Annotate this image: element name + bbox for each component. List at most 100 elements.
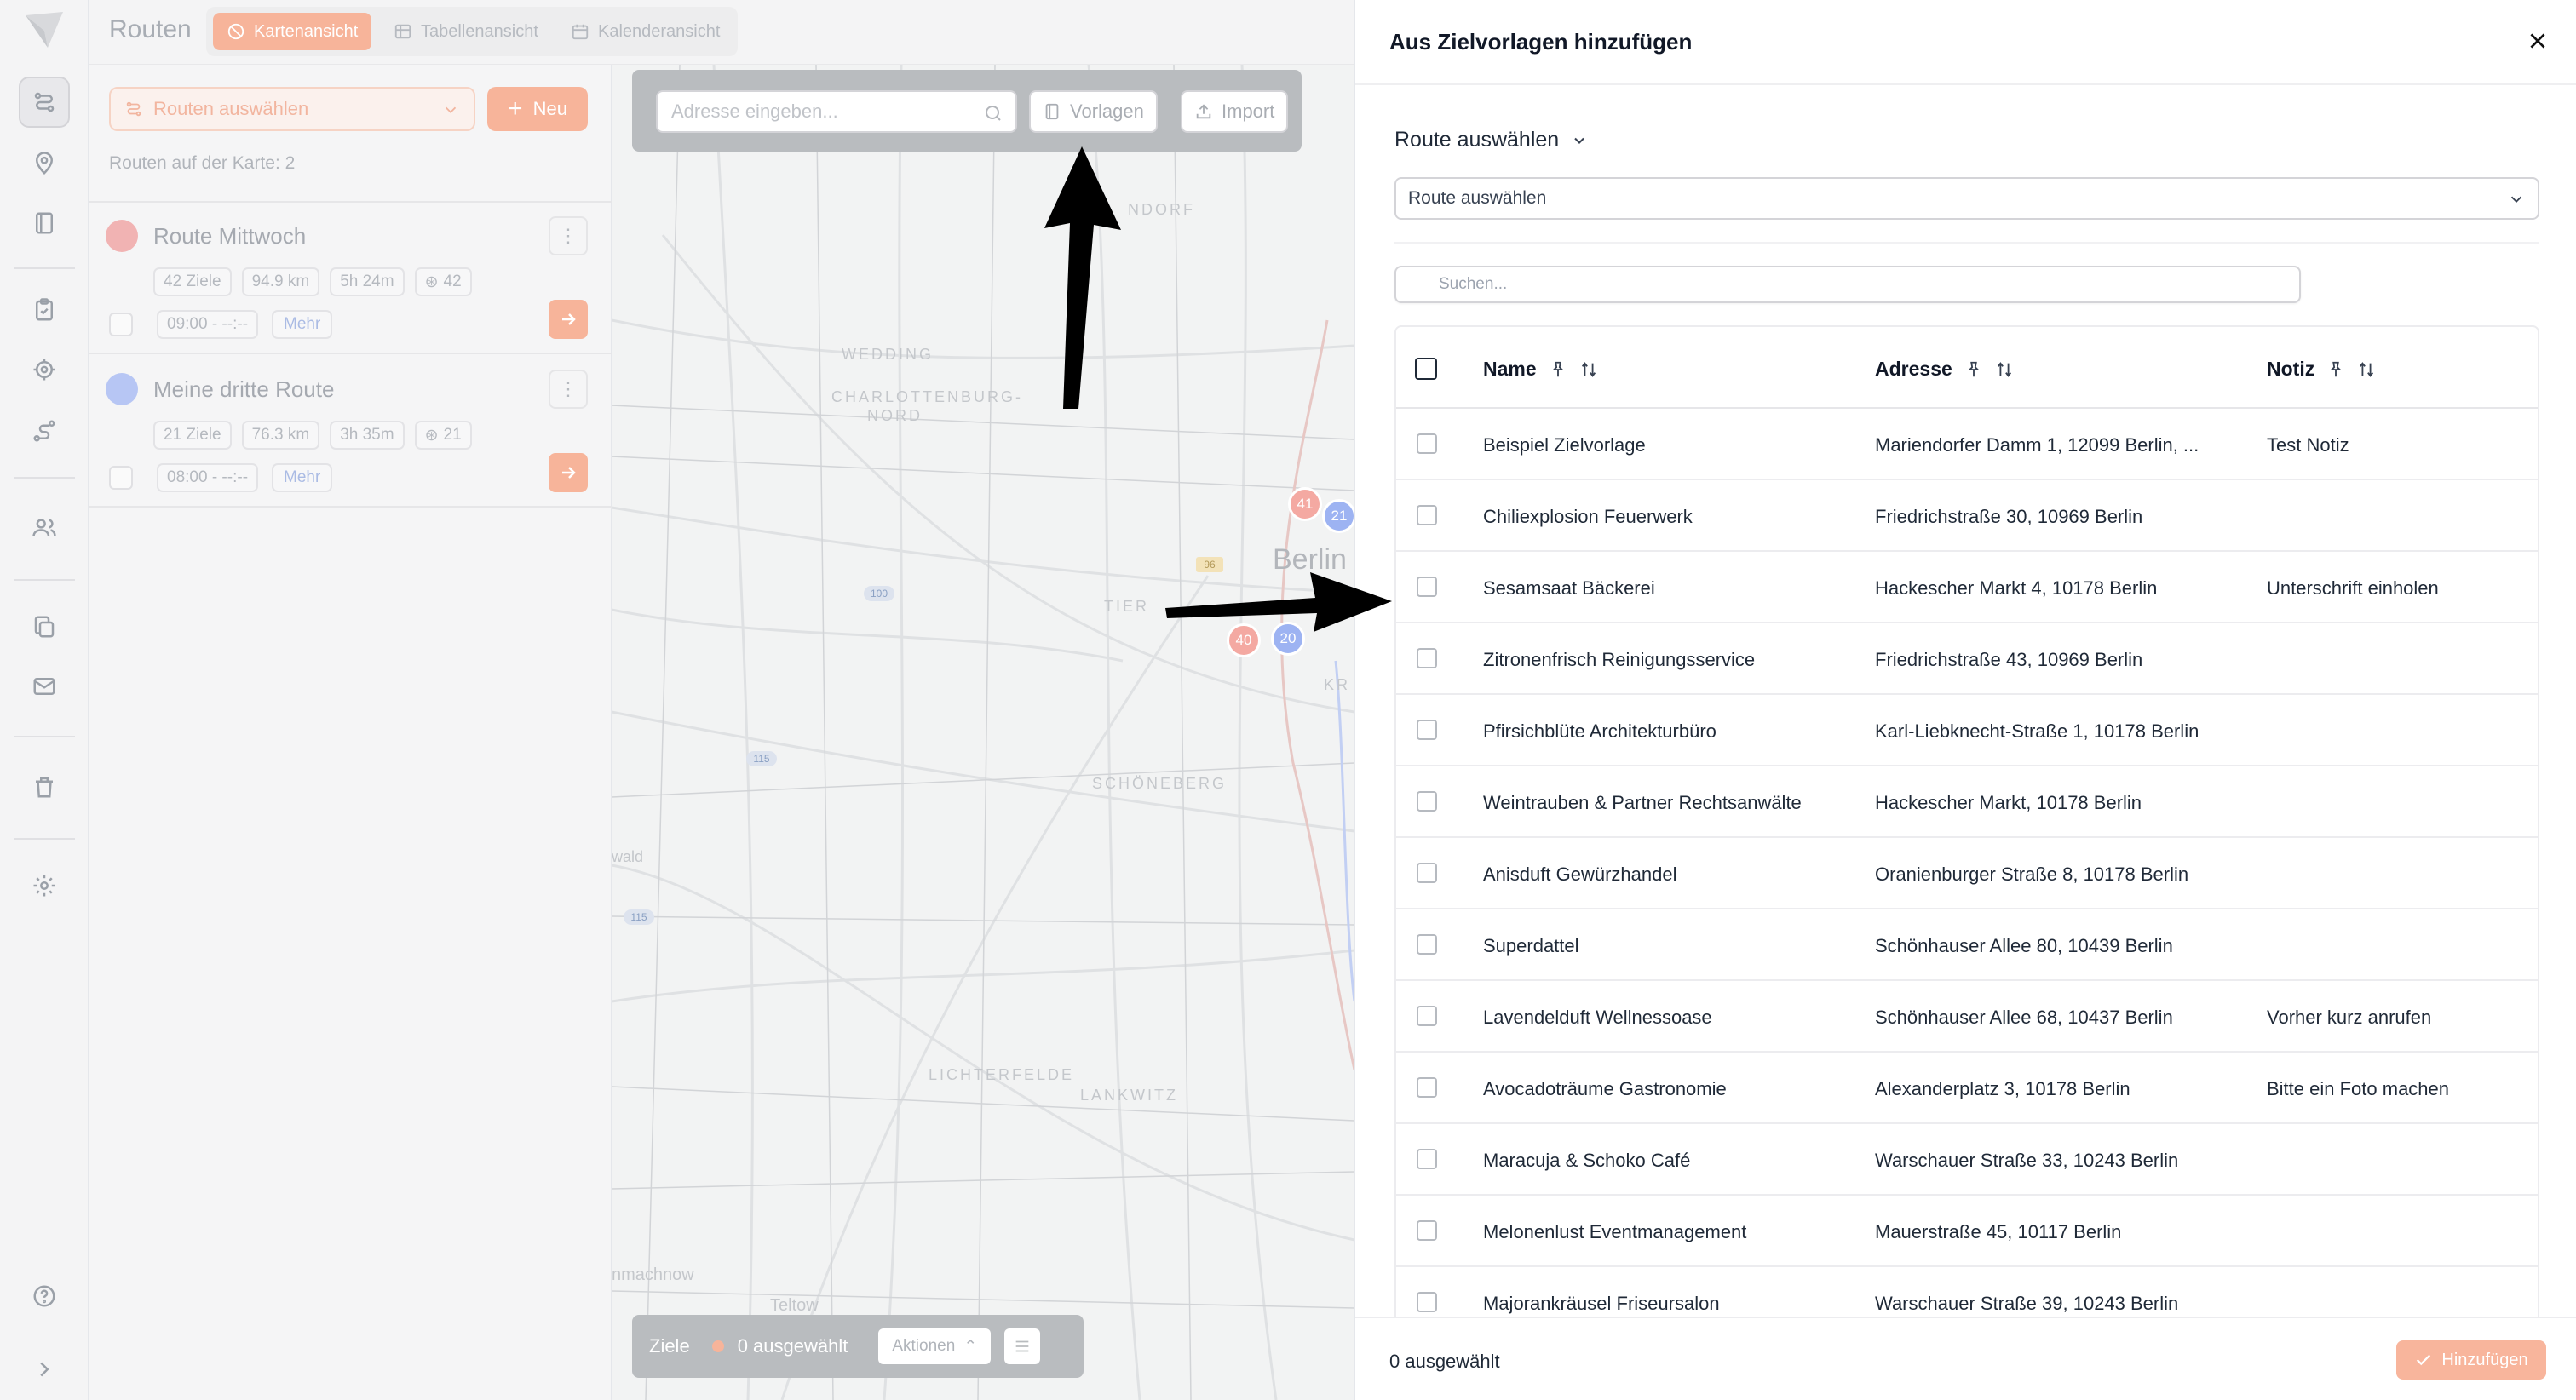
map-label: Berlin bbox=[1273, 543, 1347, 576]
route-stops-chip: 42 Ziele bbox=[153, 267, 232, 296]
sort-icon[interactable] bbox=[1995, 360, 2014, 379]
route-card[interactable]: Route Mittwoch ⋮ 42 Ziele 94.9 km 5h 24m… bbox=[89, 203, 612, 354]
row-checkbox[interactable] bbox=[1417, 1006, 1437, 1026]
help-icon[interactable] bbox=[19, 1271, 70, 1322]
row-checkbox[interactable] bbox=[1417, 863, 1437, 883]
routes-select[interactable]: Routen auswählen bbox=[109, 87, 475, 131]
clipboard-icon[interactable] bbox=[19, 284, 70, 336]
route-time: 08:00 - --:-- bbox=[157, 463, 259, 492]
map-label: CHARLOTTENBURG- bbox=[831, 388, 1024, 405]
row-checkbox[interactable] bbox=[1417, 720, 1437, 740]
route-card[interactable]: Meine dritte Route ⋮ 21 Ziele 76.3 km 3h… bbox=[89, 356, 612, 508]
cell-name: Sesamsaat Bäckerei bbox=[1483, 577, 1655, 599]
table-row[interactable]: Majorankräusel Friseursalon Warschauer St… bbox=[1396, 1267, 2538, 1317]
search-input[interactable]: Suchen... bbox=[1394, 266, 2301, 303]
route-section-label: Route auswählen bbox=[1394, 128, 1560, 152]
map-marker[interactable]: 41 bbox=[1288, 487, 1322, 521]
column-header-note[interactable]: Notiz bbox=[2267, 358, 2376, 381]
copy-icon[interactable] bbox=[19, 601, 70, 652]
new-route-button[interactable]: + Neu bbox=[487, 87, 588, 131]
row-checkbox[interactable] bbox=[1417, 648, 1437, 668]
row-checkbox[interactable] bbox=[1417, 934, 1437, 955]
expand-chevron-icon[interactable] bbox=[19, 1344, 70, 1395]
map-marker[interactable]: 21 bbox=[1322, 499, 1354, 533]
chevron-down-icon bbox=[2510, 196, 2522, 204]
address-input[interactable]: Adresse eingeben... bbox=[656, 90, 1017, 133]
table-row[interactable]: Anisduft Gewürzhandel Oranienburger Straß… bbox=[1396, 838, 2538, 909]
pin-icon[interactable] bbox=[1964, 360, 1983, 379]
close-button[interactable] bbox=[2522, 26, 2553, 56]
table-row[interactable]: Avocadoträume Gastronomie Alexanderplatz … bbox=[1396, 1053, 2538, 1124]
routes-nav-icon[interactable] bbox=[19, 77, 70, 128]
table-row[interactable]: Superdattel Schönhauser Allee 80, 10439 B… bbox=[1396, 909, 2538, 981]
table-row[interactable]: Maracuja & Schoko Café Warschauer Straße … bbox=[1396, 1124, 2538, 1196]
tab-kalenderansicht[interactable]: Kalenderansicht bbox=[557, 13, 733, 50]
row-checkbox[interactable] bbox=[1417, 433, 1437, 454]
import-button[interactable]: Import bbox=[1181, 90, 1289, 133]
table-row[interactable]: Chiliexplosion Feuerwerk Friedrichstraße … bbox=[1396, 480, 2538, 552]
route-select[interactable]: Route auswählen bbox=[1394, 177, 2539, 220]
row-checkbox[interactable] bbox=[1417, 505, 1437, 525]
route-menu-button[interactable]: ⋮ bbox=[549, 370, 588, 409]
target-icon[interactable] bbox=[19, 344, 70, 395]
sort-icon[interactable] bbox=[1579, 360, 1598, 379]
table-header: Name Adresse Notiz bbox=[1396, 327, 2538, 409]
pin-icon[interactable] bbox=[1549, 360, 1567, 379]
tab-tabellenansicht[interactable]: Tabellenansicht bbox=[380, 13, 552, 50]
app-logo-icon[interactable] bbox=[22, 9, 66, 53]
table-row[interactable]: Pfirsichblüte Architekturbüro Karl-Liebkn… bbox=[1396, 695, 2538, 766]
settings-gear-icon[interactable] bbox=[19, 860, 70, 911]
select-all-checkbox[interactable] bbox=[1415, 358, 1437, 380]
map-marker[interactable]: 40 bbox=[1227, 623, 1261, 657]
actions-dropdown[interactable]: Aktionen ⌃ bbox=[878, 1328, 992, 1364]
mail-icon[interactable] bbox=[19, 661, 70, 712]
row-checkbox[interactable] bbox=[1417, 791, 1437, 812]
location-pin-icon[interactable] bbox=[19, 138, 70, 189]
cell-name: Chiliexplosion Feuerwerk bbox=[1483, 506, 1693, 527]
cell-address: Hackescher Markt 4, 10178 Berlin bbox=[1875, 577, 2158, 599]
selection-dot bbox=[711, 1340, 724, 1352]
map-view[interactable]: NDORF WEDDING CHARLOTTENBURG- NORD TIER … bbox=[612, 65, 1354, 1400]
route-checkbox[interactable] bbox=[109, 466, 133, 490]
table-row[interactable]: Zitronenfrisch Reinigungsservice Friedric… bbox=[1396, 623, 2538, 695]
cell-address: Karl-Liebknecht-Straße 1, 10178 Berlin bbox=[1875, 720, 2199, 742]
table-row[interactable]: Melonenlust Eventmanagement Mauerstraße 4… bbox=[1396, 1196, 2538, 1267]
row-checkbox[interactable] bbox=[1417, 1149, 1437, 1169]
route-menu-button[interactable]: ⋮ bbox=[549, 216, 588, 255]
routes-select-label: Routen auswählen bbox=[153, 98, 309, 119]
route-path-icon[interactable] bbox=[19, 405, 70, 456]
row-checkbox[interactable] bbox=[1417, 1220, 1437, 1241]
route-open-button[interactable] bbox=[549, 300, 588, 339]
book-icon[interactable] bbox=[19, 198, 70, 249]
table-row[interactable]: Beispiel Zielvorlage Mariendorfer Damm 1,… bbox=[1396, 409, 2538, 480]
tab-kartenansicht[interactable]: Kartenansicht bbox=[213, 13, 372, 50]
column-header-name[interactable]: Name bbox=[1483, 358, 1598, 381]
route-more-link[interactable]: Mehr bbox=[272, 310, 333, 339]
templates-button[interactable]: Vorlagen bbox=[1029, 90, 1158, 133]
sort-icon[interactable] bbox=[2357, 360, 2376, 379]
route-open-button[interactable] bbox=[549, 453, 588, 492]
row-checkbox[interactable] bbox=[1417, 1077, 1437, 1098]
table-row[interactable]: Weintrauben & Partner Rechtsanwälte Hacke… bbox=[1396, 766, 2538, 838]
row-checkbox[interactable] bbox=[1417, 577, 1437, 597]
table-row[interactable]: Lavendelduft Wellnessoase Schönhauser All… bbox=[1396, 981, 2538, 1053]
upload-icon bbox=[1196, 104, 1211, 119]
route-section-toggle[interactable]: Route auswählen bbox=[1394, 128, 1588, 152]
cell-note: Test Notiz bbox=[2267, 434, 2349, 456]
users-icon[interactable] bbox=[19, 502, 70, 554]
trash-icon[interactable] bbox=[19, 761, 70, 812]
map-label: LANKWITZ bbox=[1080, 1087, 1179, 1104]
cell-name: Majorankräusel Friseursalon bbox=[1483, 1293, 1720, 1314]
route-more-link[interactable]: Mehr bbox=[272, 463, 333, 492]
routes-panel: Routen auswählen + Neu Routen auf der Ka… bbox=[89, 65, 612, 1400]
map-marker[interactable]: 20 bbox=[1271, 622, 1305, 656]
row-checkbox[interactable] bbox=[1417, 1292, 1437, 1312]
list-toggle-button[interactable] bbox=[1004, 1328, 1041, 1364]
column-header-address[interactable]: Adresse bbox=[1875, 358, 2014, 381]
pin-icon[interactable] bbox=[2326, 360, 2345, 379]
route-checkbox[interactable] bbox=[109, 313, 133, 336]
table-row[interactable]: Sesamsaat Bäckerei Hackescher Markt 4, 10… bbox=[1396, 552, 2538, 623]
left-rail bbox=[0, 0, 89, 1400]
cell-note: Bitte ein Foto machen bbox=[2267, 1078, 2450, 1099]
add-button[interactable]: Hinzufügen bbox=[2396, 1340, 2546, 1380]
